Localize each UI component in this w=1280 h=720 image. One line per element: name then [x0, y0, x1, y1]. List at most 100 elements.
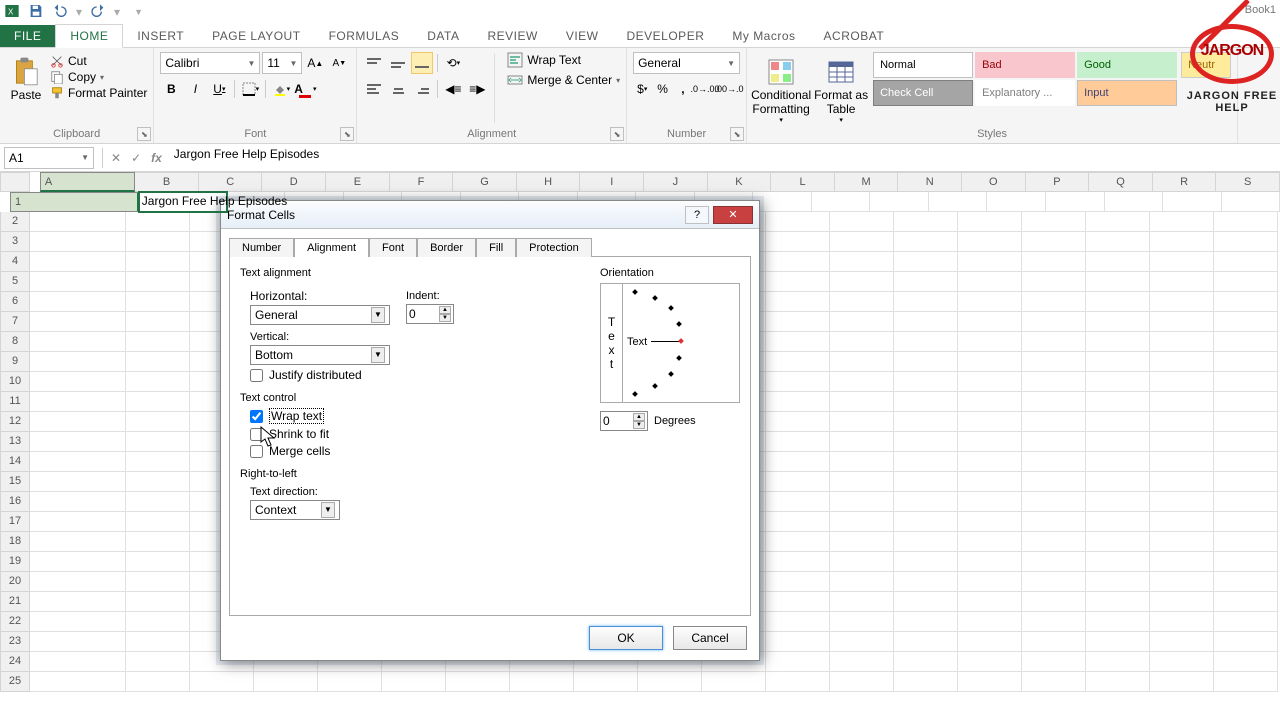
column-header-Q[interactable]: Q [1089, 172, 1153, 192]
text-direction-select[interactable]: Context▼ [250, 500, 340, 520]
cell[interactable] [1022, 372, 1086, 392]
cell[interactable] [958, 212, 1022, 232]
style-cell[interactable]: Good [1077, 52, 1177, 78]
cell[interactable] [1086, 332, 1150, 352]
cell[interactable] [1086, 532, 1150, 552]
cell[interactable] [1086, 592, 1150, 612]
column-header-M[interactable]: M [835, 172, 899, 192]
cell[interactable] [894, 292, 958, 312]
column-header-S[interactable]: S [1216, 172, 1280, 192]
row-header[interactable]: 3 [0, 232, 30, 252]
cell[interactable] [766, 572, 830, 592]
row-header[interactable]: 21 [0, 592, 30, 612]
cell[interactable] [958, 292, 1022, 312]
merge-cells-checkbox[interactable]: Merge cells [250, 444, 590, 458]
cell[interactable] [1022, 412, 1086, 432]
cell[interactable] [958, 572, 1022, 592]
cell[interactable] [894, 272, 958, 292]
cell[interactable] [126, 272, 190, 292]
cell[interactable] [1214, 412, 1278, 432]
cell[interactable] [30, 332, 126, 352]
cell[interactable] [958, 272, 1022, 292]
cell[interactable] [830, 672, 894, 692]
enter-formula-icon[interactable]: ✓ [131, 151, 141, 165]
cell[interactable] [318, 672, 382, 692]
cell[interactable] [1150, 592, 1214, 612]
cell[interactable] [812, 192, 871, 212]
cell[interactable] [1022, 432, 1086, 452]
cell[interactable] [1214, 492, 1278, 512]
cell[interactable] [766, 232, 830, 252]
cell[interactable] [1150, 372, 1214, 392]
align-middle-icon[interactable] [387, 52, 409, 74]
column-header-I[interactable]: I [580, 172, 644, 192]
cell[interactable] [126, 432, 190, 452]
cell[interactable] [30, 272, 126, 292]
fill-color-button[interactable]: ▾ [270, 78, 292, 100]
cell[interactable] [126, 472, 190, 492]
cut-button[interactable]: Cut [50, 54, 147, 68]
cell[interactable] [1022, 292, 1086, 312]
row-header[interactable]: 25 [0, 672, 30, 692]
cell[interactable] [894, 232, 958, 252]
cell[interactable] [30, 352, 126, 372]
style-cell[interactable]: Explanatory ... [975, 80, 1075, 106]
cell[interactable] [1022, 632, 1086, 652]
copy-button[interactable]: Copy▾ [50, 70, 147, 84]
cell[interactable] [830, 632, 894, 652]
tab-my-macros[interactable]: My Macros [718, 25, 809, 47]
cell[interactable] [894, 392, 958, 412]
name-box[interactable]: A1▼ [4, 147, 94, 169]
cell[interactable] [1086, 612, 1150, 632]
column-header-D[interactable]: D [262, 172, 326, 192]
percent-format-icon[interactable]: % [653, 78, 671, 100]
cell[interactable] [1086, 232, 1150, 252]
save-icon[interactable] [28, 3, 44, 22]
row-header[interactable]: 10 [0, 372, 30, 392]
cell[interactable] [1022, 492, 1086, 512]
cell[interactable] [766, 312, 830, 332]
increase-decimal-icon[interactable]: .0→.00 [694, 78, 716, 100]
row-header[interactable]: 6 [0, 292, 30, 312]
cell[interactable] [1086, 652, 1150, 672]
cell[interactable] [1150, 432, 1214, 452]
cell[interactable] [1150, 292, 1214, 312]
cell[interactable] [126, 672, 190, 692]
cell[interactable] [1214, 472, 1278, 492]
cell[interactable] [30, 372, 126, 392]
cell[interactable] [1086, 392, 1150, 412]
cell[interactable] [1046, 192, 1105, 212]
cell[interactable] [1150, 572, 1214, 592]
cell[interactable] [1150, 392, 1214, 412]
cell[interactable] [894, 312, 958, 332]
cell[interactable] [1214, 252, 1278, 272]
shrink-to-fit-checkbox[interactable]: Shrink to fit [250, 427, 590, 441]
cell[interactable] [929, 192, 988, 212]
cell[interactable] [30, 392, 126, 412]
cell[interactable] [1086, 252, 1150, 272]
cell[interactable] [958, 412, 1022, 432]
cell-styles-gallery[interactable]: NormalBadGoodCheck CellExplanatory ...In… [873, 52, 1177, 125]
cell[interactable] [830, 232, 894, 252]
cell[interactable] [1022, 352, 1086, 372]
cell[interactable] [830, 552, 894, 572]
cell[interactable] [1022, 612, 1086, 632]
cell[interactable] [382, 672, 446, 692]
cell[interactable] [958, 352, 1022, 372]
cell[interactable] [1022, 652, 1086, 672]
cell[interactable] [1022, 552, 1086, 572]
cell[interactable] [766, 252, 830, 272]
dialog-tab-fill[interactable]: Fill [476, 238, 516, 257]
fx-icon[interactable]: fx [151, 151, 162, 165]
cell[interactable] [894, 432, 958, 452]
style-cell[interactable]: Check Cell [873, 80, 973, 106]
cell[interactable] [1214, 332, 1278, 352]
cell[interactable] [1086, 512, 1150, 532]
align-right-icon[interactable] [411, 78, 433, 100]
row-header[interactable]: 16 [0, 492, 30, 512]
cell[interactable] [30, 672, 126, 692]
cell[interactable] [1086, 432, 1150, 452]
column-header-R[interactable]: R [1153, 172, 1217, 192]
cell[interactable] [958, 612, 1022, 632]
cell[interactable] [766, 512, 830, 532]
